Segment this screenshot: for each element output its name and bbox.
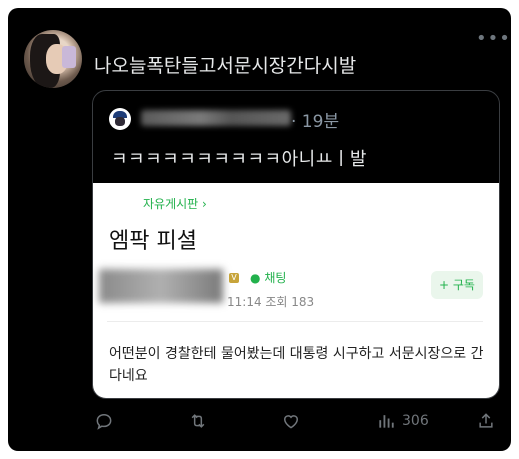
post-screenshot: 자유게시판 › 엠팍 피셜 V ● 채팅 11:14 조회 183 + 구독 어… (93, 183, 499, 398)
share-button[interactable] (476, 408, 496, 434)
views-count: 306 (402, 413, 429, 429)
post-author-blurred (99, 269, 223, 303)
quoted-avatar[interactable] (109, 108, 131, 130)
level-badge-icon: V (229, 273, 239, 283)
reply-button[interactable] (94, 408, 114, 434)
avatar[interactable] (24, 30, 82, 88)
tweet-text: 나오늘폭탄들고서문시장간다시발 (94, 55, 357, 77)
reply-icon (96, 413, 112, 430)
quoted-tweet[interactable]: · 19분 ㅋㅋㅋㅋㅋㅋㅋㅋㅋㅋ아니ㅛㅣ발 자유게시판 › 엠팍 피셜 V ● … (92, 90, 500, 399)
board-link: 자유게시판 › (143, 197, 207, 211)
chat-link: ● 채팅 (250, 269, 286, 286)
divider (107, 321, 483, 322)
views-chart-icon (379, 415, 394, 428)
more-horizontal-icon[interactable]: ••• (476, 30, 511, 48)
action-bar: 306 (8, 408, 511, 434)
quoted-author-blurred (141, 110, 291, 126)
like-button[interactable] (281, 408, 301, 434)
views-button[interactable]: 306 (376, 408, 429, 434)
avatar-phone (62, 46, 76, 68)
quoted-text: ㅋㅋㅋㅋㅋㅋㅋㅋㅋㅋ아니ㅛㅣ발 (111, 149, 367, 170)
subscribe-button: + 구독 (431, 271, 483, 299)
tweet-card: ••• 나오늘폭탄들고서문시장간다시발 · 19분 ㅋㅋㅋㅋㅋㅋㅋㅋㅋㅋ아니ㅛㅣ… (8, 8, 511, 451)
post-title: 엠팍 피셜 (109, 229, 197, 254)
chat-bubble-icon: ● (250, 271, 261, 285)
retweet-icon (191, 414, 205, 428)
chat-label: 채팅 (264, 271, 287, 285)
quoted-timestamp: · 19분 (291, 112, 340, 132)
heart-icon (283, 415, 299, 429)
share-icon (479, 413, 493, 428)
retweet-button[interactable] (188, 408, 208, 434)
post-meta: 11:14 조회 183 (227, 295, 315, 309)
post-body: 어떤분이 경찰한테 물어봤는데 대통령 시구하고 서문시장으로 간다네요 (109, 346, 484, 384)
